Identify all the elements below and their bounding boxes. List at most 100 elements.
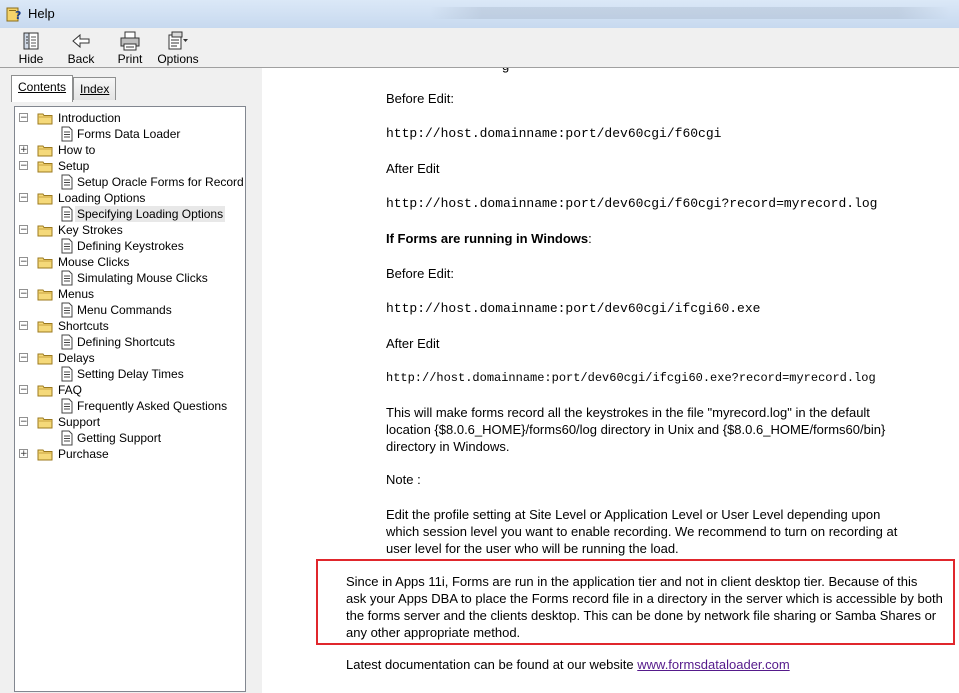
print-button[interactable]: Print bbox=[113, 31, 147, 66]
note-label: Note : bbox=[386, 472, 421, 487]
topic-page-icon bbox=[60, 174, 74, 190]
collapse-icon[interactable]: − bbox=[19, 289, 28, 299]
collapse-icon[interactable]: − bbox=[19, 385, 28, 395]
topic-page-icon bbox=[60, 238, 74, 254]
window-title: Help bbox=[28, 6, 55, 21]
tab-contents[interactable]: Contents bbox=[11, 75, 74, 102]
collapse-icon[interactable]: − bbox=[19, 321, 28, 331]
back-label: Back bbox=[67, 52, 95, 66]
latest-doc-text: Latest documentation can be found at our… bbox=[346, 657, 638, 672]
url-before-windows: http://host.domainname:port/dev60cgi/ifc… bbox=[386, 301, 761, 316]
open-folder-icon bbox=[37, 415, 53, 429]
before-edit-label: Before Edit: bbox=[386, 91, 454, 106]
toolbar: Hide Back Print Options bbox=[0, 28, 959, 68]
after-edit-label-windows: After Edit bbox=[386, 336, 440, 351]
topic-page-icon bbox=[60, 270, 74, 286]
expand-icon[interactable]: + bbox=[19, 145, 28, 155]
folder-icon bbox=[37, 143, 53, 157]
tree-item-label: Getting Support bbox=[77, 431, 162, 445]
open-folder-icon bbox=[37, 383, 53, 397]
url-after-windows: http://host.domainname:port/dev60cgi/ifc… bbox=[386, 371, 876, 385]
highlight-box bbox=[316, 559, 955, 645]
topic-page-icon bbox=[60, 126, 74, 142]
after-edit-label: After Edit bbox=[386, 161, 440, 176]
topic-page-icon bbox=[60, 366, 74, 382]
profile-paragraph-line: which session level you want to enable r… bbox=[386, 524, 898, 539]
tree-item-label: Setup bbox=[58, 159, 90, 173]
print-label: Print bbox=[117, 52, 143, 66]
tree-item-label: Forms Data Loader bbox=[77, 127, 181, 141]
before-edit-label-windows: Before Edit: bbox=[386, 266, 454, 281]
tab-index[interactable]: Index bbox=[73, 77, 117, 100]
navigation-pane: Contents Index − Introduction Forms Data L… bbox=[0, 68, 258, 693]
tree-item-label: Menu Commands bbox=[77, 303, 172, 317]
open-folder-icon bbox=[37, 223, 53, 237]
open-folder-icon bbox=[37, 287, 53, 301]
hide-button[interactable]: Hide bbox=[14, 31, 48, 66]
options-button[interactable]: Options bbox=[157, 31, 199, 66]
tree-item-label: Frequently Asked Questions bbox=[77, 399, 228, 413]
collapse-icon[interactable]: − bbox=[19, 113, 28, 123]
record-paragraph-line: location {$8.0.6_HOME}/forms60/log direc… bbox=[386, 422, 886, 437]
tree-item-label: Support bbox=[58, 415, 101, 429]
collapse-icon[interactable]: − bbox=[19, 193, 28, 203]
collapse-icon[interactable]: − bbox=[19, 353, 28, 363]
collapse-icon[interactable]: − bbox=[19, 225, 28, 235]
website-link[interactable]: www.formsdataloader.com bbox=[637, 657, 789, 672]
tree-item-label: Defining Keystrokes bbox=[77, 239, 184, 253]
windows-heading: If Forms are running in Windows: bbox=[386, 230, 592, 247]
profile-paragraph: Edit the profile setting at Site Level o… bbox=[386, 506, 897, 557]
tree-item-label: Simulating Mouse Clicks bbox=[77, 271, 208, 285]
tree-item-label: Specifying Loading Options bbox=[75, 206, 226, 222]
open-folder-icon bbox=[37, 351, 53, 365]
open-folder-icon bbox=[37, 255, 53, 269]
tree-item-label: Key Strokes bbox=[58, 223, 123, 237]
title-bar-blurred-region bbox=[430, 7, 950, 19]
open-folder-icon bbox=[37, 111, 53, 125]
url-before-unix: http://host.domainname:port/dev60cgi/f60… bbox=[386, 126, 722, 141]
folder-icon bbox=[37, 447, 53, 461]
tree-item-label: Loading Options bbox=[58, 191, 146, 205]
collapse-icon[interactable]: − bbox=[19, 161, 28, 171]
svg-text:?: ? bbox=[15, 9, 21, 22]
record-paragraph-line: directory in Windows. bbox=[386, 439, 510, 454]
topic-page-icon bbox=[60, 206, 74, 222]
record-paragraph-line: This will make forms record all the keys… bbox=[386, 405, 870, 420]
tab-index-label: Index bbox=[80, 82, 110, 96]
url-after-unix: http://host.domainname:port/dev60cgi/f60… bbox=[386, 196, 878, 211]
printer-icon bbox=[120, 31, 140, 51]
windows-heading-colon: : bbox=[588, 231, 592, 246]
profile-paragraph-line: user level for the user who will be runn… bbox=[386, 541, 679, 556]
tree-item-label: Purchase bbox=[58, 447, 109, 461]
open-folder-icon bbox=[37, 191, 53, 205]
tree-item-label: Defining Shortcuts bbox=[77, 335, 176, 349]
tree-item-label: Menus bbox=[58, 287, 95, 301]
expand-icon[interactable]: + bbox=[19, 449, 28, 459]
topic-page-icon bbox=[60, 398, 74, 414]
open-folder-icon bbox=[37, 159, 53, 173]
latest-doc-line: Latest documentation can be found at our… bbox=[346, 656, 790, 673]
windows-heading-text: If Forms are running in Windows bbox=[386, 231, 589, 246]
collapse-icon[interactable]: − bbox=[19, 257, 28, 267]
help-app-icon: ? bbox=[6, 7, 21, 22]
hide-icon bbox=[23, 32, 39, 50]
tree-item-label: Delays bbox=[58, 351, 95, 365]
tree-item-label: Setting Delay Times bbox=[77, 367, 184, 381]
topic-page-icon bbox=[60, 302, 74, 318]
tree-item-label: How to bbox=[58, 143, 96, 157]
back-button[interactable]: Back bbox=[64, 31, 98, 66]
options-icon bbox=[168, 31, 188, 50]
back-arrow-icon bbox=[72, 33, 90, 49]
hide-label: Hide bbox=[18, 52, 44, 66]
contents-tree[interactable]: − Introduction Forms Data Loader + How to − Se… bbox=[14, 106, 246, 692]
tab-contents-label: Contents bbox=[18, 80, 67, 94]
clipped-text-fragment: g bbox=[502, 68, 522, 73]
topic-page-icon bbox=[60, 430, 74, 446]
topic-page-icon bbox=[60, 334, 74, 350]
record-paragraph: This will make forms record all the keys… bbox=[386, 404, 885, 455]
title-bar: ? Help bbox=[0, 0, 959, 29]
open-folder-icon bbox=[37, 319, 53, 333]
collapse-icon[interactable]: − bbox=[19, 417, 28, 427]
tree-item-label: Introduction bbox=[58, 111, 121, 125]
options-label: Options bbox=[157, 52, 199, 66]
